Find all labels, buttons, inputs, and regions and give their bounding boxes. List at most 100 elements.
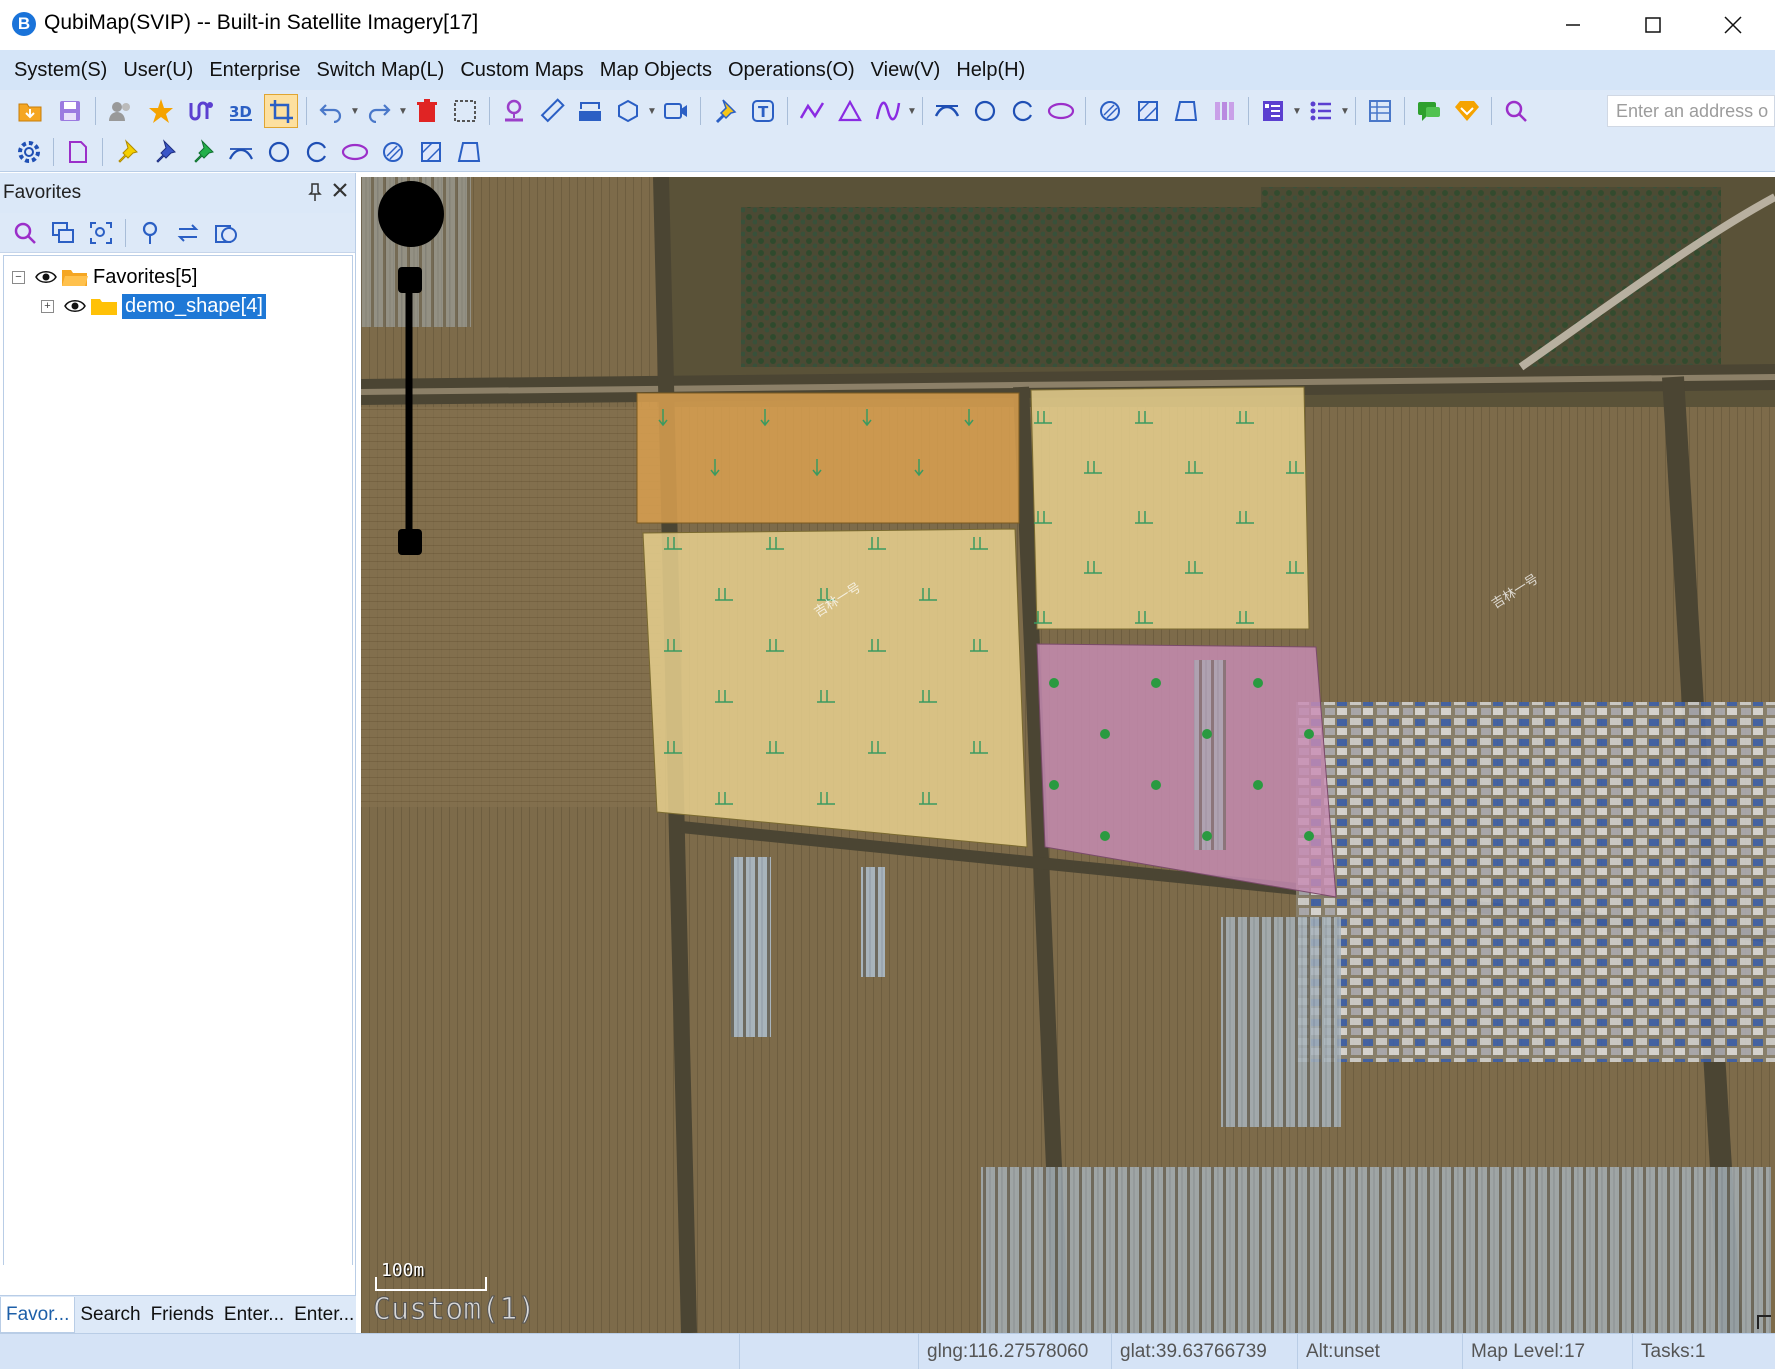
curve-tool-button[interactable] (872, 94, 904, 128)
menu-switch-map[interactable]: Switch Map(L) (309, 59, 453, 82)
chat-button[interactable] (1413, 94, 1445, 128)
tree-node-demo-shape[interactable]: + demo_shape[4] (41, 291, 266, 321)
field-polygon-tan-east[interactable] (1030, 386, 1310, 630)
close-icon (1724, 16, 1742, 34)
3d-view-button[interactable]: 3D (224, 94, 258, 128)
zoom-slider-top[interactable] (398, 267, 422, 293)
circle-tool-2-button[interactable] (263, 135, 295, 169)
redo-button[interactable] (363, 94, 395, 128)
hatched-square-button[interactable] (1132, 94, 1164, 128)
chevron-down-icon[interactable]: ▼ (1340, 106, 1350, 117)
arc-tool-2-button[interactable] (225, 135, 257, 169)
close-window-button[interactable] (1694, 0, 1772, 50)
fav-locate-button[interactable] (134, 216, 166, 250)
menu-view[interactable]: View(V) (863, 59, 949, 82)
fav-zoom-to-button[interactable] (85, 216, 117, 250)
tree-node-favorites[interactable]: − Favorites[5] (12, 262, 197, 292)
blue-pin-button[interactable] (149, 135, 181, 169)
menu-user[interactable]: User(U) (115, 59, 201, 82)
chevron-down-icon[interactable]: ▼ (907, 106, 917, 117)
select-area-button[interactable] (449, 94, 481, 128)
collapse-icon[interactable]: − (12, 270, 25, 284)
zoom-slider-thumb[interactable] (398, 529, 422, 555)
close-panel-button[interactable] (331, 181, 349, 203)
users-button[interactable] (104, 94, 138, 128)
menu-custom-maps[interactable]: Custom Maps (452, 59, 591, 82)
menu-help[interactable]: Help(H) (948, 59, 1033, 82)
toolbar-separator (306, 97, 307, 125)
list-view-button[interactable] (1305, 94, 1337, 128)
village (1296, 702, 1775, 1062)
map-view[interactable]: 吉林一号 吉林一号 100m Custom(1) (361, 177, 1775, 1333)
save-button[interactable] (53, 94, 87, 128)
map-resize-grip[interactable] (1757, 1315, 1771, 1329)
copy-icon (52, 221, 74, 243)
hatched-quad-2-button[interactable] (453, 135, 485, 169)
chevron-down-icon[interactable]: ▼ (647, 106, 657, 117)
ellipse-tool-button[interactable] (1045, 94, 1077, 128)
menu-system[interactable]: System(S) (6, 59, 115, 82)
hatched-circle-button[interactable] (1094, 94, 1126, 128)
crop-tree-symbol (1304, 831, 1314, 841)
fav-search-button[interactable] (9, 216, 41, 250)
chevron-down-icon[interactable]: ▼ (398, 106, 408, 117)
address-search-input[interactable] (1607, 95, 1775, 127)
angle-tool-button[interactable] (834, 94, 866, 128)
hatched-circle-2-button[interactable] (377, 135, 409, 169)
app-logo-icon: B (12, 12, 36, 36)
pin-tool-button[interactable] (709, 94, 741, 128)
hatched-square-2-button[interactable] (415, 135, 447, 169)
columns-icon (1215, 102, 1234, 120)
field-polygon-orange[interactable] (636, 392, 1020, 524)
table-view-button[interactable] (1364, 94, 1396, 128)
hatched-parallelogram-icon (457, 141, 481, 162)
settings-button[interactable] (13, 135, 45, 169)
vip-button[interactable] (1451, 94, 1483, 128)
fav-shapes-button[interactable] (210, 216, 242, 250)
maximize-button[interactable] (1614, 0, 1692, 50)
tab-search[interactable]: Search (75, 1297, 145, 1333)
measure-area-button[interactable] (574, 94, 606, 128)
open-file-button[interactable] (13, 94, 47, 128)
ellipse-tool-2-button[interactable] (339, 135, 371, 169)
chevron-down-icon[interactable]: ▼ (350, 106, 360, 117)
measure-distance-button[interactable] (536, 94, 568, 128)
video-button[interactable] (660, 94, 692, 128)
menu-map-objects[interactable]: Map Objects (592, 59, 720, 82)
zoom-knob[interactable] (378, 181, 444, 247)
green-pin-button[interactable] (187, 135, 219, 169)
arc-circle-tool-2-button[interactable] (301, 135, 333, 169)
tab-friends[interactable]: Friends (146, 1297, 219, 1333)
yellow-pin-button[interactable] (111, 135, 143, 169)
fav-copy-button[interactable] (47, 216, 79, 250)
hatched-quad-button[interactable] (1170, 94, 1202, 128)
menu-enterprise[interactable]: Enterprise (201, 59, 308, 82)
expand-icon[interactable]: + (41, 299, 54, 313)
field-polygon-tan-center[interactable] (642, 528, 1028, 848)
polygon-tool-button[interactable] (612, 94, 644, 128)
place-marker-button[interactable] (498, 94, 530, 128)
crop-tool-button[interactable] (264, 94, 298, 128)
delete-button[interactable] (411, 94, 443, 128)
columns-button[interactable] (1208, 94, 1240, 128)
new-document-button[interactable] (62, 135, 94, 169)
fav-swap-button[interactable] (172, 216, 204, 250)
minimize-button[interactable] (1534, 0, 1612, 50)
arc-circle-tool-button[interactable] (1007, 94, 1039, 128)
text-tool-button[interactable]: T (747, 94, 779, 128)
satellite-map[interactable]: 吉林一号 吉林一号 (361, 177, 1775, 1333)
chevron-down-icon[interactable]: ▼ (1292, 106, 1302, 117)
route-button[interactable] (184, 94, 218, 128)
search-button[interactable] (1500, 94, 1532, 128)
tab-enterprise-2[interactable]: Enter... (289, 1297, 359, 1333)
menu-operations[interactable]: Operations(O) (720, 59, 863, 82)
tab-enterprise-1[interactable]: Enter... (219, 1297, 289, 1333)
arc-tool-button[interactable] (931, 94, 963, 128)
pin-panel-button[interactable] (307, 182, 323, 207)
circle-tool-button[interactable] (969, 94, 1001, 128)
tab-favorites[interactable]: Favor... (0, 1296, 76, 1333)
favorites-button[interactable] (144, 94, 178, 128)
polyline-tool-button[interactable] (796, 94, 828, 128)
undo-button[interactable] (315, 94, 347, 128)
layer-panel-button[interactable] (1257, 94, 1289, 128)
